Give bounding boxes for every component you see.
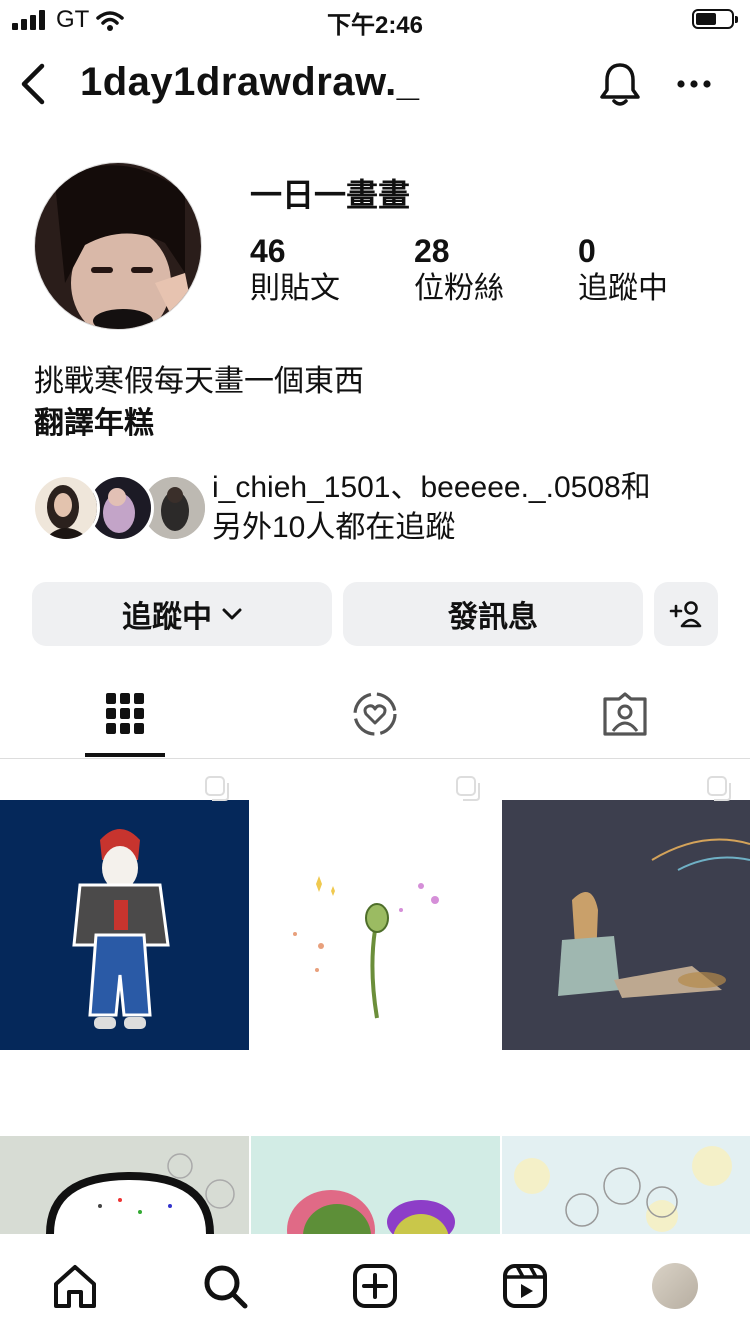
back-arrow-icon[interactable] — [18, 62, 48, 106]
profile-username: 1day1drawdraw._ — [80, 60, 420, 104]
bell-icon[interactable] — [598, 60, 642, 108]
following-button[interactable]: 追蹤中 — [32, 582, 332, 646]
following-stat[interactable]: 0 追蹤中 — [578, 232, 668, 308]
nav-profile[interactable] — [647, 1258, 703, 1314]
search-icon — [204, 1265, 248, 1309]
bottom-navigation — [0, 1234, 750, 1334]
followed-by-text[interactable]: i_chieh_1501、beeeee._.0508和 另外10人都在追蹤 — [212, 468, 732, 548]
posts-stat[interactable]: 46 則貼文 — [250, 232, 340, 308]
following-label: 追蹤中 — [578, 272, 668, 305]
followers-count: 28 — [414, 233, 450, 269]
followed-by-avatars[interactable] — [32, 474, 208, 542]
multiple-images-icon — [456, 776, 480, 801]
post-thumbnail[interactable] — [0, 1136, 249, 1234]
tab-highlights[interactable] — [250, 670, 500, 758]
followed-by-line1: i_chieh_1501、beeeee._.0508和 — [212, 471, 651, 504]
posts-count: 46 — [250, 233, 286, 269]
post-image — [0, 800, 249, 1050]
post-image — [502, 800, 750, 1050]
tab-tagged[interactable] — [500, 670, 750, 758]
nav-home[interactable] — [47, 1258, 103, 1314]
multiple-images-icon — [205, 776, 229, 801]
display-name: 一日一畫畫 — [250, 177, 411, 213]
post-thumbnail[interactable] — [251, 760, 500, 1050]
grid-icon — [106, 693, 144, 734]
clock: 下午2:46 — [326, 12, 424, 39]
post-thumbnail[interactable] — [502, 760, 750, 1050]
message-button-label: 發訊息 — [448, 601, 538, 634]
bio-text: 挑戰寒假每天畫一個東西 — [34, 365, 364, 398]
status-bar: GT 下午2:46 — [0, 0, 750, 40]
home-icon — [54, 1265, 96, 1308]
add-post-icon — [353, 1264, 397, 1308]
active-tab-indicator — [85, 753, 165, 757]
profile-avatar-small — [652, 1263, 698, 1309]
suggest-people-button[interactable] — [654, 582, 718, 646]
nav-reels[interactable] — [497, 1258, 553, 1314]
post-image — [251, 800, 500, 1050]
multiple-images-icon — [707, 776, 731, 801]
add-person-icon — [669, 601, 702, 628]
more-options-icon[interactable] — [676, 78, 712, 90]
post-thumbnail[interactable] — [251, 1136, 500, 1234]
followers-stat[interactable]: 28 位粉絲 — [414, 232, 504, 308]
message-button[interactable]: 發訊息 — [343, 582, 643, 646]
heart-circle-icon — [353, 692, 397, 736]
post-image — [46, 1153, 235, 1234]
posts-label: 則貼文 — [250, 272, 340, 305]
reels-icon — [503, 1264, 547, 1308]
avatar — [32, 474, 100, 542]
followed-by-line2: 另外10人都在追蹤 — [212, 511, 456, 544]
nav-create[interactable] — [347, 1258, 403, 1314]
bio-bold-text: 翻譯年糕 — [34, 407, 154, 440]
tagged-person-icon — [603, 692, 647, 736]
post-thumbnail[interactable] — [0, 760, 249, 1050]
profile-avatar[interactable] — [34, 162, 202, 330]
following-button-label: 追蹤中 — [122, 601, 212, 634]
post-image — [514, 1146, 732, 1232]
nav-search[interactable] — [197, 1258, 253, 1314]
battery-icon — [692, 9, 738, 29]
post-thumbnail[interactable] — [502, 1136, 750, 1234]
followers-label: 位粉絲 — [414, 272, 504, 305]
post-image — [287, 1190, 455, 1234]
following-count: 0 — [578, 233, 596, 269]
tab-grid[interactable] — [0, 670, 250, 758]
profile-tabs — [0, 670, 750, 759]
chevron-down-icon — [222, 608, 242, 620]
